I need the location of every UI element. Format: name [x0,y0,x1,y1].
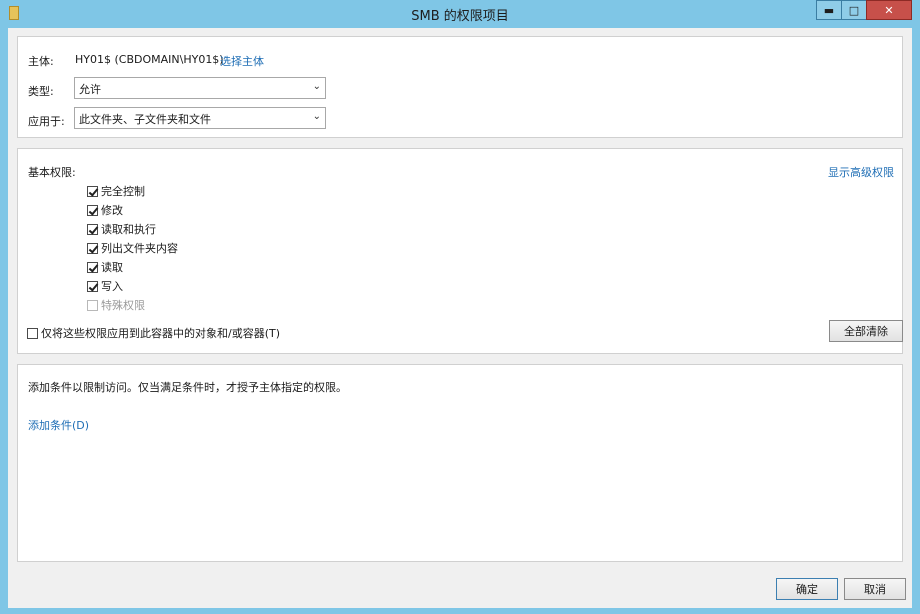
permission-checkbox[interactable] [87,261,98,273]
basic-permissions-label: 基本权限: [28,166,76,179]
dialog-client-area: 主体: HY01$ (CBDOMAIN\HY01$) 选择主体 类型: 允许 ⌄… [8,28,912,608]
permission-label: 写入 [101,280,123,293]
minimize-button[interactable]: ▬ [816,0,842,20]
permission-row[interactable]: 读取 [87,258,123,276]
apply-only-label: 仅将这些权限应用到此容器中的对象和/或容器(T) [41,327,281,340]
permission-checkbox [87,299,98,311]
minimize-icon: ▬ [823,3,835,17]
permission-row[interactable]: 完全控制 [87,182,145,200]
show-advanced-permissions-link[interactable]: 显示高级权限 [828,164,894,180]
permission-row[interactable]: 列出文件夹内容 [87,239,178,257]
type-select-value: 允许 [79,83,101,96]
cancel-button[interactable]: 取消 [844,578,906,600]
chevron-down-icon: ⌄ [312,81,321,92]
select-principal-link[interactable]: 选择主体 [220,53,264,69]
dialog-window: SMB 的权限项目 ▬ □ ✕ 主体: HY01$ (CBDOMAIN\HY01… [0,0,920,614]
conditions-panel: 添加条件以限制访问。仅当满足条件时，才授予主体指定的权限。 添加条件(D) [17,364,903,562]
ok-button[interactable]: 确定 [776,578,838,600]
title-bar[interactable]: SMB 的权限项目 ▬ □ ✕ [0,0,920,28]
permission-checkbox[interactable] [87,185,98,197]
add-condition-link[interactable]: 添加条件(D) [28,417,89,433]
principal-value: HY01$ (CBDOMAIN\HY01$) [75,53,224,66]
maximize-icon: □ [848,3,860,17]
permission-checkbox[interactable] [87,242,98,254]
permission-label: 读取 [101,261,123,274]
permission-row[interactable]: 写入 [87,277,123,295]
permission-row[interactable]: 修改 [87,201,123,219]
permission-checkbox[interactable] [87,223,98,235]
close-icon: ✕ [884,3,894,17]
applies-to-label: 应用于: [28,115,65,128]
principal-panel: 主体: HY01$ (CBDOMAIN\HY01$) 选择主体 类型: 允许 ⌄… [17,36,903,138]
permission-label: 修改 [101,204,123,217]
permission-label: 完全控制 [101,185,145,198]
window-controls: ▬ □ ✕ [816,0,912,20]
clear-all-button[interactable]: 全部清除 [829,320,903,342]
permission-label: 特殊权限 [101,299,145,312]
principal-label: 主体: [28,55,54,68]
window-title: SMB 的权限项目 [411,9,509,24]
permission-row[interactable]: 读取和执行 [87,220,156,238]
maximize-button[interactable]: □ [841,0,867,20]
apply-only-checkbox-row[interactable]: 仅将这些权限应用到此容器中的对象和/或容器(T) [27,324,280,342]
conditions-description: 添加条件以限制访问。仅当满足条件时，才授予主体指定的权限。 [28,381,347,394]
permission-label: 读取和执行 [101,223,156,236]
permission-row: 特殊权限 [87,296,145,314]
permission-checkbox[interactable] [87,204,98,216]
type-select[interactable]: 允许 ⌄ [74,77,326,99]
apply-only-checkbox[interactable] [27,327,38,339]
chevron-down-icon: ⌄ [312,111,321,122]
applies-to-select[interactable]: 此文件夹、子文件夹和文件 ⌄ [74,107,326,129]
permission-checkbox[interactable] [87,280,98,292]
permission-label: 列出文件夹内容 [101,242,178,255]
type-label: 类型: [28,85,54,98]
close-button[interactable]: ✕ [866,0,912,20]
permissions-panel: 基本权限: 显示高级权限 完全控制 修改 读取和执行 列出文件夹内容 读取 写入 特殊权限 … [17,148,903,354]
applies-to-select-value: 此文件夹、子文件夹和文件 [79,113,211,126]
dialog-footer: 确定 取消 [8,573,912,608]
